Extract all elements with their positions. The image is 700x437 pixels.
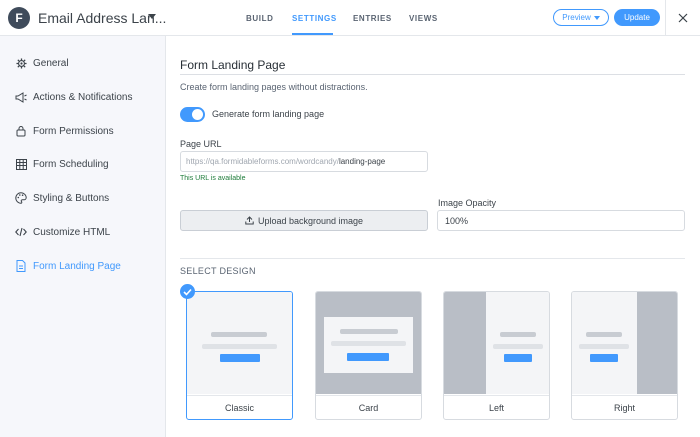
select-design-heading: SELECT DESIGN xyxy=(180,266,256,276)
image-opacity-input[interactable]: 100% xyxy=(437,210,685,231)
design-option-card[interactable]: Card xyxy=(315,291,422,420)
active-tab-indicator xyxy=(292,33,333,35)
url-status: This URL is available xyxy=(180,175,246,182)
code-icon xyxy=(15,226,27,238)
design-label: Right xyxy=(572,395,677,419)
design-preview xyxy=(572,292,677,394)
sidebar-item-form-scheduling[interactable]: Form Scheduling xyxy=(0,152,166,176)
palette-icon xyxy=(15,192,27,204)
design-label: Card xyxy=(316,395,421,419)
toggle-knob xyxy=(192,109,203,120)
sidebar-item-styling-buttons[interactable]: Styling & Buttons xyxy=(0,186,166,210)
gear-icon xyxy=(15,57,27,69)
close-icon xyxy=(678,13,688,23)
sidebar-item-general[interactable]: General xyxy=(0,51,166,75)
calendar-icon xyxy=(15,158,27,170)
page-description: Create form landing pages without distra… xyxy=(180,82,368,92)
tab-settings[interactable]: SETTINGS xyxy=(292,14,337,23)
sidebar-item-label: Form Landing Page xyxy=(33,260,121,272)
upload-button-label: Upload background image xyxy=(257,215,364,226)
design-preview xyxy=(187,292,292,394)
update-button[interactable]: Update xyxy=(614,9,660,26)
url-prefix: https://qa.formidableforms.com/wordcandy… xyxy=(186,157,339,166)
tab-build[interactable]: BUILD xyxy=(246,14,273,23)
sidebar-item-form-landing-page[interactable]: Form Landing Page xyxy=(0,254,166,278)
close-button[interactable] xyxy=(665,0,700,36)
page-url-label: Page URL xyxy=(180,139,222,149)
sidebar-item-form-permissions[interactable]: Form Permissions xyxy=(0,119,166,143)
chevron-down-icon[interactable] xyxy=(148,14,156,19)
sidebar-item-customize-html[interactable]: Customize HTML xyxy=(0,220,166,244)
formidable-logo-icon[interactable]: F xyxy=(8,7,30,29)
tab-entries[interactable]: ENTRIES xyxy=(353,14,392,23)
file-icon xyxy=(15,260,27,272)
lock-icon xyxy=(15,125,27,137)
sidebar-item-label: Form Scheduling xyxy=(33,158,109,170)
sidebar-item-label: General xyxy=(33,57,69,69)
url-slug-input[interactable]: landing-page xyxy=(339,157,385,166)
tab-views[interactable]: VIEWS xyxy=(409,14,438,23)
sidebar-item-label: Form Permissions xyxy=(33,125,114,137)
chevron-down-icon xyxy=(593,15,600,20)
design-option-left[interactable]: Left xyxy=(443,291,550,420)
sidebar-item-label: Actions & Notifications xyxy=(33,91,133,103)
design-preview xyxy=(316,292,421,394)
selected-check-icon xyxy=(180,284,195,299)
preview-button-label: Preview xyxy=(562,13,591,22)
sidebar-item-label: Customize HTML xyxy=(33,226,111,238)
toggle-label: Generate form landing page xyxy=(212,109,325,119)
page-url-field[interactable]: https://qa.formidableforms.com/wordcandy… xyxy=(180,151,428,172)
design-option-classic[interactable]: Classic xyxy=(186,291,293,420)
page-title: Form Landing Page xyxy=(180,58,286,72)
upload-background-button[interactable]: Upload background image xyxy=(180,210,428,231)
design-option-right[interactable]: Right xyxy=(571,291,678,420)
design-preview xyxy=(444,292,549,394)
sidebar-item-actions-notifications[interactable]: Actions & Notifications xyxy=(0,85,166,109)
sidebar-item-label: Styling & Buttons xyxy=(33,192,110,204)
divider xyxy=(180,74,685,75)
megaphone-icon xyxy=(15,91,27,103)
preview-button[interactable]: Preview xyxy=(553,9,609,26)
image-opacity-label: Image Opacity xyxy=(438,198,497,208)
settings-sidebar: General Actions & Notifications Form Per… xyxy=(0,36,166,437)
top-bar: F Email Address Lan... BUILD SETTINGS EN… xyxy=(0,0,700,36)
design-label: Left xyxy=(444,395,549,419)
landing-page-toggle[interactable] xyxy=(180,107,205,122)
divider xyxy=(180,258,685,259)
design-label: Classic xyxy=(187,395,292,419)
upload-icon xyxy=(245,216,254,225)
